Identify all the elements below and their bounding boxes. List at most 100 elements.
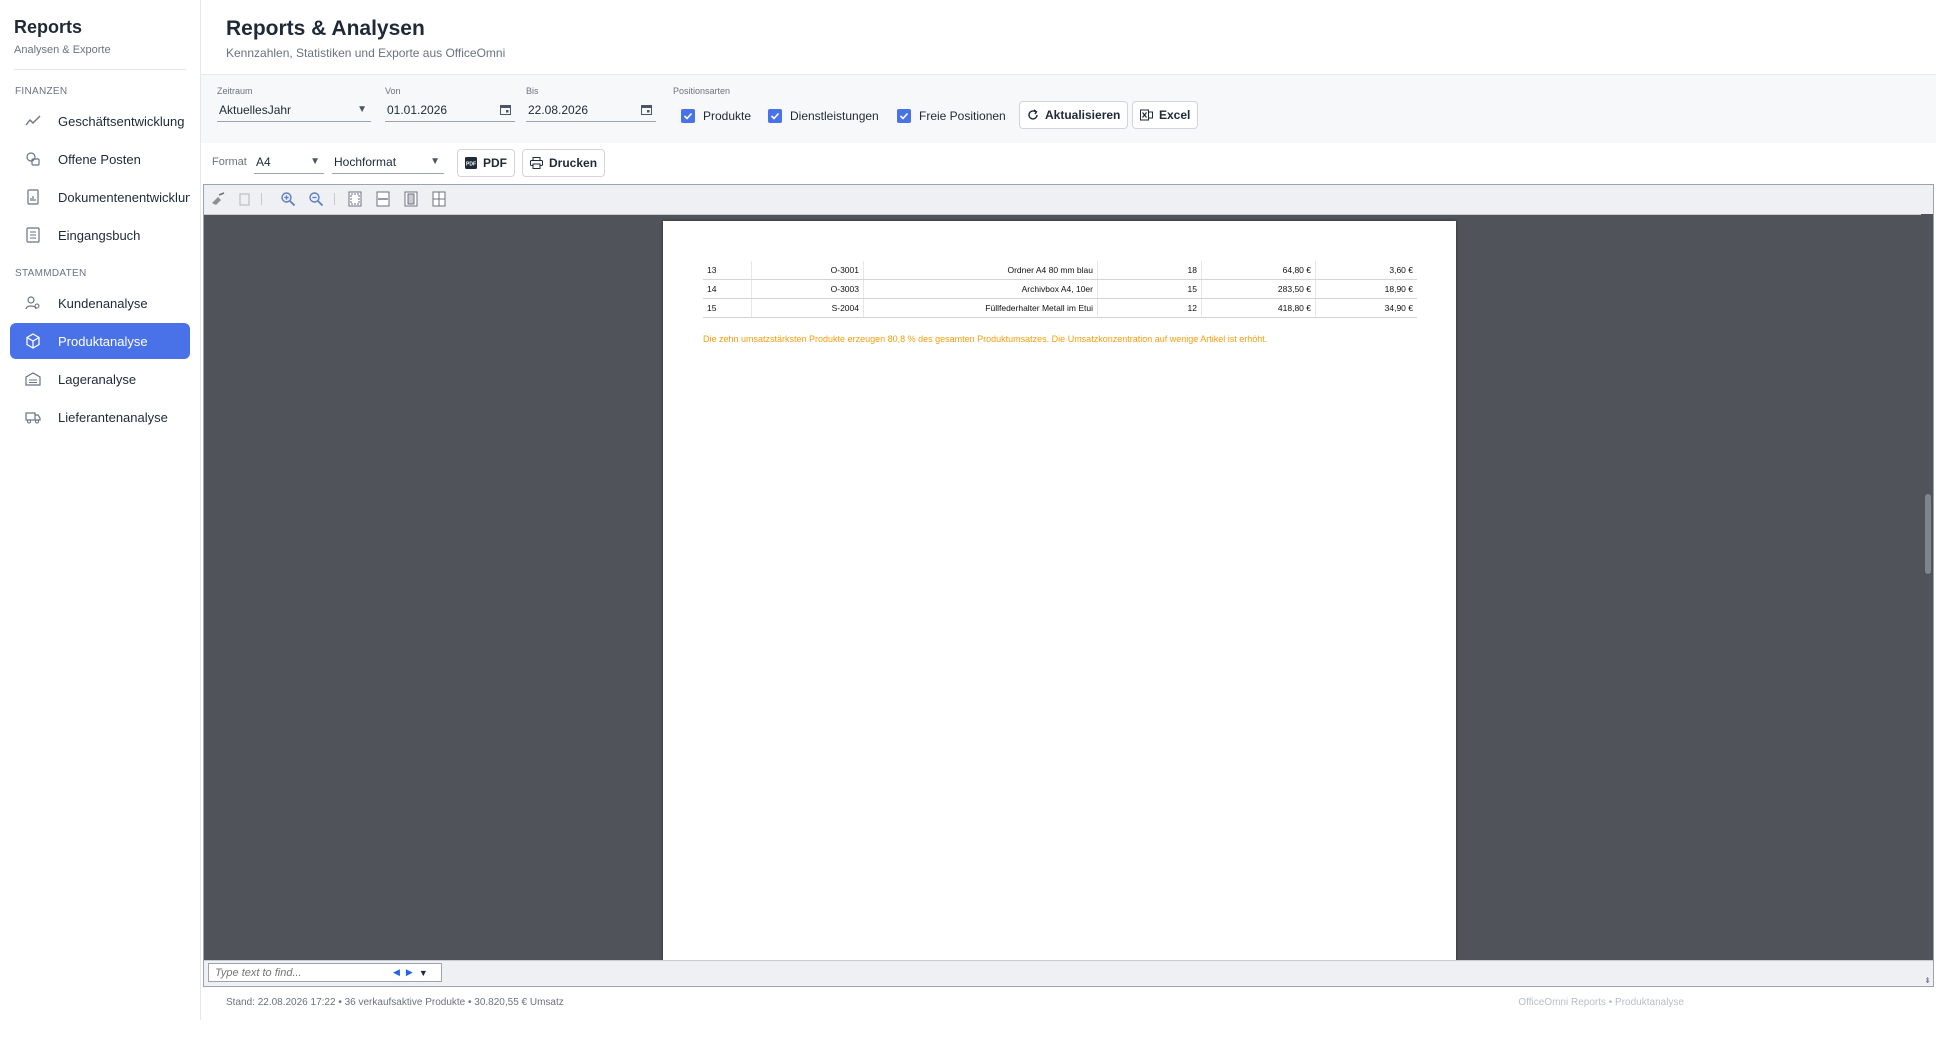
hand-tool-icon[interactable] — [210, 191, 226, 207]
pdf-label: PDF — [483, 156, 507, 170]
sidebar-item-geschaeftsentwicklung[interactable]: Geschäftsentwicklung — [10, 103, 190, 139]
checkbox-produkte[interactable]: Produkte — [681, 109, 751, 123]
checkmark-icon — [897, 109, 911, 123]
user-search-icon — [24, 294, 42, 312]
format-select[interactable]: A4 ▼ — [254, 151, 324, 174]
chevron-down-icon: ▼ — [357, 104, 367, 115]
orientation-value: Hochformat — [334, 155, 397, 169]
table-cell-name: Füllfederhalter Metall im Etui — [863, 298, 1098, 318]
zeitraum-label: Zeitraum — [217, 86, 253, 96]
zeitraum-select[interactable]: AktuellesJahr ▼ — [217, 99, 371, 122]
orientation-select[interactable]: Hochformat ▼ — [332, 151, 444, 174]
table-cell-sku: O-3001 — [751, 261, 864, 280]
sidebar-item-label: Produktanalyse — [58, 333, 148, 349]
table-cell-revenue: 64,80 € — [1201, 261, 1316, 280]
fit-width-icon[interactable] — [375, 191, 391, 207]
trend-line-icon — [24, 112, 42, 130]
filter-bar: Zeitraum AktuellesJahr ▼ Von 01.01.2026 … — [201, 74, 1936, 144]
von-date-field[interactable]: 01.01.2026 — [385, 99, 515, 122]
print-button[interactable]: Drucken — [522, 149, 606, 177]
calendar-icon[interactable] — [641, 104, 652, 118]
fit-page-icon[interactable] — [347, 191, 363, 207]
sidebar-item-label: Geschäftsentwicklung — [58, 113, 185, 129]
sidebar-item-produktanalyse[interactable]: Produktanalyse — [10, 323, 190, 359]
table-cell-revenue: 418,80 € — [1201, 298, 1316, 318]
status-app-label: OfficeOmni Reports • Produktanalyse — [1518, 997, 1684, 1008]
sidebar-item-lieferantenanalyse[interactable]: Lieferantenanalyse — [10, 399, 190, 435]
list-book-icon — [24, 226, 42, 244]
sidebar-item-dokumentenentwicklung[interactable]: Dokumentenentwicklung — [10, 179, 190, 215]
truck-icon — [24, 408, 42, 426]
page-title: Reports & Analysen — [226, 17, 425, 40]
report-page: 13 O-3001 Ordner A4 80 mm blau 18 64,80 … — [663, 221, 1456, 963]
viewer-scrollbar[interactable] — [1921, 214, 1933, 962]
chevron-down-icon: ▼ — [430, 156, 440, 167]
sidebar-subtitle: Analysen & Exporte — [14, 44, 111, 56]
table-cell-qty: 15 — [1097, 279, 1202, 299]
calendar-icon[interactable] — [500, 104, 511, 118]
find-options-icon[interactable]: ▼ — [419, 968, 428, 978]
section-label-finanzen: FINANZEN — [15, 86, 68, 97]
sidebar: Reports Analysen & Exporte FINANZEN Gesc… — [0, 0, 201, 1020]
table-cell-price: 34,90 € — [1315, 298, 1417, 318]
bis-date-field[interactable]: 22.08.2026 — [526, 99, 656, 122]
coins-icon — [24, 150, 42, 168]
print-label: Drucken — [549, 156, 598, 170]
document-chart-icon — [24, 188, 42, 206]
viewer-toolbar — [204, 185, 1933, 215]
chevron-down-icon: ▼ — [310, 156, 320, 167]
page-subtitle: Kennzahlen, Statistiken und Exporte aus … — [226, 46, 506, 60]
zoom-out-icon[interactable] — [308, 191, 324, 207]
bis-value: 22.08.2026 — [528, 103, 589, 117]
sidebar-item-kundenanalyse[interactable]: Kundenanalyse — [10, 285, 190, 321]
sidebar-item-lageranalyse[interactable]: Lageranalyse — [10, 361, 190, 397]
checkbox-label: Freie Positionen — [919, 109, 1006, 123]
find-input[interactable] — [213, 965, 387, 980]
single-page-icon[interactable] — [403, 191, 419, 207]
checkbox-label: Produkte — [703, 109, 752, 123]
find-next-icon[interactable]: ▶ — [406, 967, 413, 978]
resize-grip-icon[interactable]: ⇟ — [1924, 976, 1931, 985]
pdf-icon: PDF — [465, 157, 477, 169]
excel-icon — [1140, 109, 1153, 121]
positionsarten-label: Positionsarten — [673, 86, 731, 96]
zoom-in-icon[interactable] — [280, 191, 296, 207]
checkbox-freie-positionen[interactable]: Freie Positionen — [897, 109, 1006, 123]
toolbar-separator — [261, 193, 262, 205]
checkmark-icon — [768, 109, 782, 123]
table-row: 14 O-3003 Archivbox A4, 10er 15 283,50 €… — [703, 279, 1417, 299]
sidebar-item-label: Dokumentenentwicklung — [58, 189, 190, 205]
document-viewer: 13 O-3001 Ordner A4 80 mm blau 18 64,80 … — [203, 184, 1934, 987]
section-label-stammdaten: STAMMDATEN — [15, 268, 87, 279]
status-text: Stand: 22.08.2026 17:22 • 36 verkaufsakt… — [226, 997, 564, 1008]
sidebar-title: Reports — [14, 17, 83, 37]
svg-text:PDF: PDF — [466, 161, 476, 167]
sidebar-item-label: Kundenanalyse — [58, 295, 148, 311]
concentration-note: Die zehn umsatzstärksten Produkte erzeug… — [703, 334, 1268, 344]
find-previous-icon[interactable]: ◀ — [393, 967, 400, 978]
pdf-button[interactable]: PDF PDF — [457, 149, 515, 177]
table-cell-sku: S-2004 — [751, 298, 864, 318]
excel-button[interactable]: Excel — [1132, 101, 1199, 129]
table-cell-rank: 14 — [703, 279, 752, 299]
sidebar-divider — [14, 69, 186, 70]
sidebar-item-label: Lieferantenanalyse — [58, 409, 168, 425]
checkbox-dienstleistungen[interactable]: Dienstleistungen — [768, 109, 879, 123]
cube-icon — [24, 332, 42, 350]
table-cell-sku: O-3003 — [751, 279, 864, 299]
checkbox-label: Dienstleistungen — [790, 109, 879, 123]
sidebar-item-offene-posten[interactable]: Offene Posten — [10, 141, 190, 177]
copy-icon[interactable] — [237, 191, 253, 207]
table-cell-rank: 15 — [703, 298, 752, 318]
zeitraum-value: AktuellesJahr — [219, 103, 292, 117]
table-row: 15 S-2004 Füllfederhalter Metall im Etui… — [703, 298, 1417, 318]
sidebar-item-eingangsbuch[interactable]: Eingangsbuch — [10, 217, 190, 253]
printer-icon — [530, 157, 543, 169]
scrollbar-thumb[interactable] — [1925, 494, 1931, 574]
format-value: A4 — [256, 155, 271, 169]
table-row: 13 O-3001 Ordner A4 80 mm blau 18 64,80 … — [703, 261, 1417, 280]
multi-page-icon[interactable] — [431, 191, 447, 207]
table-cell-revenue: 283,50 € — [1201, 279, 1316, 299]
refresh-button[interactable]: Aktualisieren — [1019, 101, 1129, 129]
refresh-icon — [1027, 109, 1039, 121]
